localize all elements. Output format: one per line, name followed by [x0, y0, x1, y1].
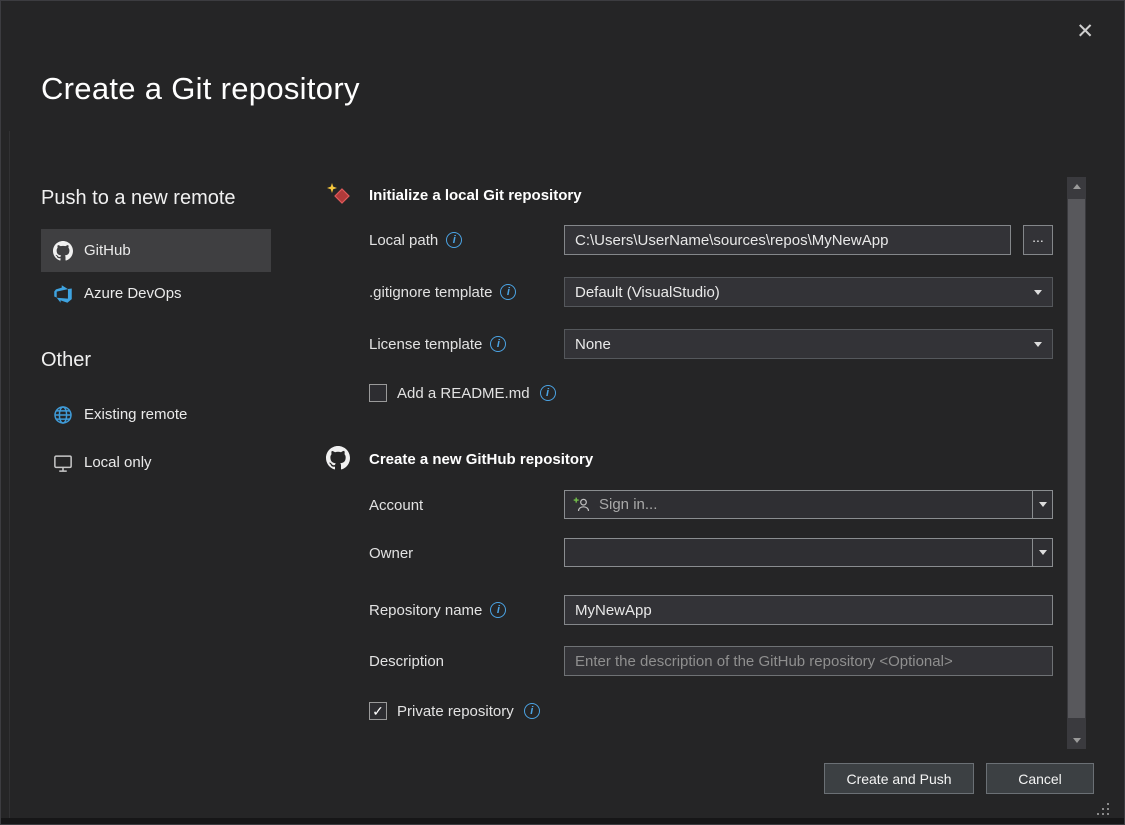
chevron-down-icon [1034, 290, 1042, 295]
github-icon [53, 241, 73, 261]
owner-label-row: Owner [369, 538, 413, 568]
private-checkbox[interactable]: ✓ [369, 702, 387, 720]
description-label: Description [369, 653, 444, 670]
window-edge-line [9, 131, 10, 819]
repository-name-label-row: Repository name i [369, 595, 506, 625]
chevron-down-icon [1039, 550, 1047, 555]
gitignore-value: Default (VisualStudio) [575, 284, 720, 301]
repository-name-label: Repository name [369, 602, 482, 619]
description-input[interactable] [564, 646, 1053, 676]
github-section-heading-text: Create a new GitHub repository [369, 451, 593, 468]
check-icon: ✓ [372, 704, 384, 718]
license-value: None [575, 336, 611, 353]
close-icon[interactable]: ✕ [1072, 17, 1098, 46]
description-label-row: Description [369, 646, 444, 676]
scrollbar-thumb[interactable] [1068, 199, 1085, 718]
info-icon[interactable]: i [540, 385, 556, 401]
account-placeholder: Sign in... [599, 496, 657, 513]
info-icon[interactable]: i [524, 703, 540, 719]
cancel-button[interactable]: Cancel [986, 763, 1094, 794]
sidebar-item-label: GitHub [84, 242, 131, 259]
init-section-heading-text: Initialize a local Git repository [369, 187, 582, 204]
owner-dropdown-button[interactable] [1032, 539, 1052, 566]
license-label-row: License template i [369, 329, 506, 359]
account-label-row: Account [369, 490, 423, 520]
gitignore-label: .gitignore template [369, 284, 492, 301]
azure-devops-icon [53, 284, 73, 304]
readme-checkbox-row: Add a README.md i [369, 382, 556, 404]
browse-button[interactable]: ... [1023, 225, 1053, 255]
other-heading: Other [41, 349, 91, 372]
info-icon[interactable]: i [500, 284, 516, 300]
readme-label: Add a README.md [397, 385, 530, 402]
window-bottom-edge [1, 818, 1124, 824]
sidebar-item-local-only[interactable]: Local only [41, 441, 271, 484]
sidebar-item-azure-devops[interactable]: Azure DevOps [41, 272, 271, 315]
create-git-repository-dialog: ✕ Create a Git repository Push to a new … [0, 0, 1125, 825]
sidebar-item-existing-remote[interactable]: Existing remote [41, 393, 271, 436]
local-path-input[interactable] [564, 225, 1011, 255]
github-section-heading: Create a new GitHub repository [369, 447, 593, 471]
readme-checkbox[interactable] [369, 384, 387, 402]
owner-combobox[interactable] [564, 538, 1053, 567]
new-repository-icon [326, 182, 350, 206]
owner-label: Owner [369, 545, 413, 562]
globe-icon [53, 405, 73, 425]
account-label: Account [369, 497, 423, 514]
scroll-up-icon[interactable] [1067, 177, 1086, 195]
private-checkbox-row: ✓ Private repository i [369, 700, 540, 722]
info-icon[interactable]: i [490, 336, 506, 352]
repository-name-input[interactable] [564, 595, 1053, 625]
computer-icon [53, 453, 73, 473]
info-icon[interactable]: i [490, 602, 506, 618]
push-remote-heading: Push to a new remote [41, 187, 236, 210]
vertical-scrollbar [1067, 177, 1086, 749]
license-dropdown[interactable]: None [564, 329, 1053, 359]
account-dropdown-button[interactable] [1032, 491, 1052, 518]
dialog-title: Create a Git repository [41, 71, 360, 107]
init-section-heading: Initialize a local Git repository [369, 183, 582, 207]
local-path-label-row: Local path i [369, 225, 462, 255]
gitignore-label-row: .gitignore template i [369, 277, 516, 307]
sidebar-item-label: Local only [84, 454, 152, 471]
chevron-down-icon [1039, 502, 1047, 507]
sign-in-user-icon [573, 496, 591, 514]
account-combobox[interactable]: Sign in... [564, 490, 1053, 519]
create-and-push-button[interactable]: Create and Push [824, 763, 974, 794]
license-label: License template [369, 336, 482, 353]
github-icon [326, 446, 350, 470]
sidebar-item-github[interactable]: GitHub [41, 229, 271, 272]
scroll-down-icon[interactable] [1067, 731, 1086, 749]
info-icon[interactable]: i [446, 232, 462, 248]
sidebar-item-label: Existing remote [84, 406, 187, 423]
gitignore-dropdown[interactable]: Default (VisualStudio) [564, 277, 1053, 307]
sidebar-item-label: Azure DevOps [84, 285, 182, 302]
local-path-label: Local path [369, 232, 438, 249]
private-label: Private repository [397, 703, 514, 720]
resize-grip[interactable] [1095, 801, 1111, 817]
chevron-down-icon [1034, 342, 1042, 347]
